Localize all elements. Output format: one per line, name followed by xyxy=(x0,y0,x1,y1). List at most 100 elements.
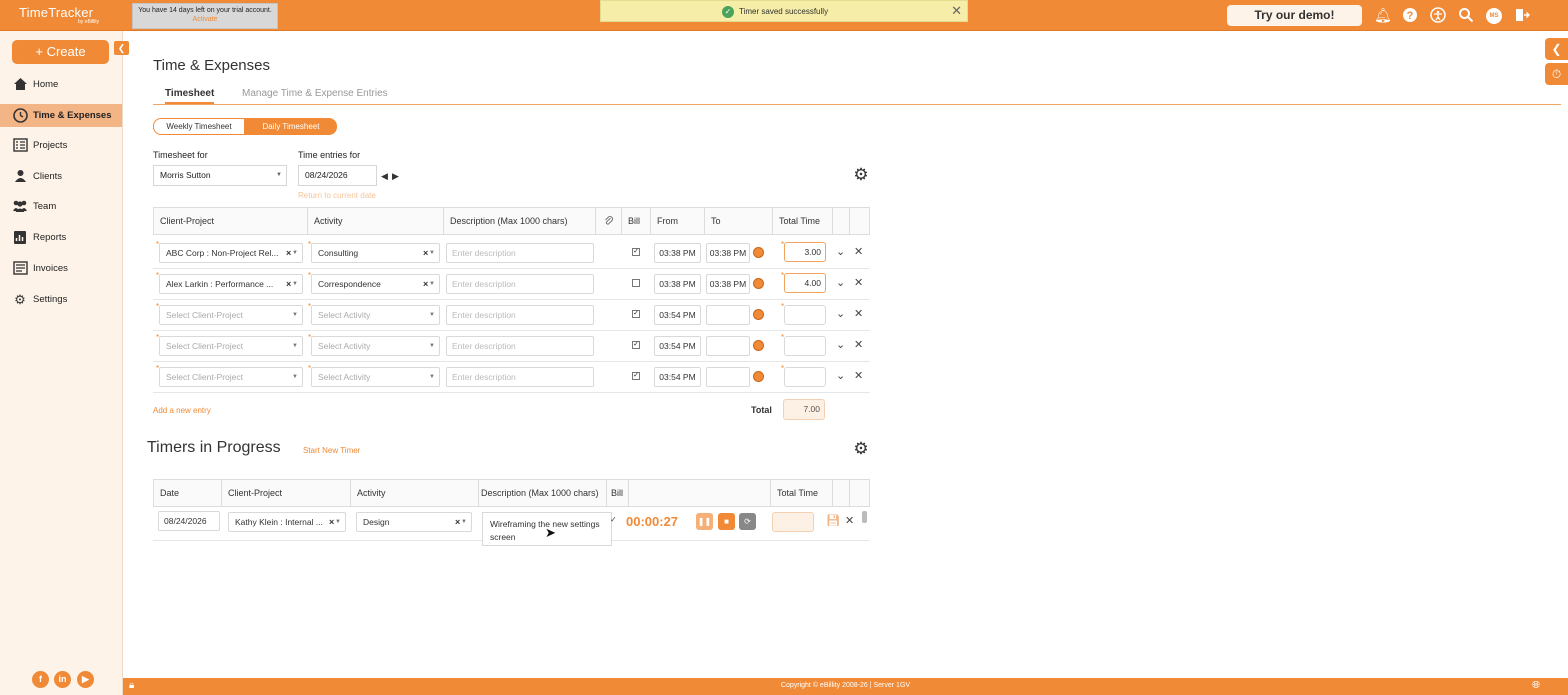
activate-link[interactable]: Activate xyxy=(133,16,277,23)
to-time-input[interactable]: 03:38 PM xyxy=(706,274,750,294)
activity-select[interactable]: Correspondence × ▼ xyxy=(311,274,440,294)
delete-row-icon[interactable]: ✕ xyxy=(854,245,863,258)
avatar[interactable]: MS xyxy=(1486,8,1502,24)
daily-timesheet-toggle[interactable]: Daily Timesheet xyxy=(245,118,337,135)
description-input[interactable]: Enter description xyxy=(446,336,594,356)
delete-row-icon[interactable]: ✕ xyxy=(854,369,863,382)
close-icon[interactable]: ✕ xyxy=(951,3,962,19)
total-time-input[interactable]: 3.00 xyxy=(784,242,826,262)
linkedin-icon[interactable]: in xyxy=(54,671,71,688)
sidebar-item-reports[interactable]: Reports xyxy=(0,226,122,249)
add-new-entry-link[interactable]: Add a new entry xyxy=(153,406,211,415)
timer-toggle-icon[interactable] xyxy=(753,247,764,258)
sidebar-item-home[interactable]: Home xyxy=(0,73,122,96)
sidebar-item-team[interactable]: Team xyxy=(0,195,122,218)
next-date-icon[interactable]: ▶ xyxy=(392,171,399,182)
sidebar-item-invoices[interactable]: Invoices xyxy=(0,257,122,280)
prev-date-icon[interactable]: ◀ xyxy=(381,171,388,182)
search-icon[interactable] xyxy=(1458,7,1474,23)
to-time-input[interactable]: 03:38 PM xyxy=(706,243,750,263)
to-time-input[interactable] xyxy=(706,336,750,356)
globe-icon[interactable]: 🌐︎ xyxy=(1532,680,1540,691)
try-demo-button[interactable]: Try our demo! xyxy=(1227,5,1362,26)
help-icon[interactable]: ? xyxy=(1402,7,1418,23)
sidebar-item-time-expenses[interactable]: Time & Expenses xyxy=(0,104,122,127)
from-time-input[interactable]: 03:54 PM xyxy=(654,367,701,387)
delete-timer-icon[interactable]: ✕ xyxy=(845,514,854,527)
weekly-timesheet-toggle[interactable]: Weekly Timesheet xyxy=(153,118,245,135)
activity-select[interactable]: Consulting × ▼ xyxy=(311,243,440,263)
from-time-input[interactable]: 03:38 PM xyxy=(654,274,701,294)
bill-checkbox[interactable]: ✓ xyxy=(632,341,640,349)
tab-timesheet[interactable]: Timesheet xyxy=(165,88,215,104)
facebook-icon[interactable]: f xyxy=(32,671,49,688)
sidebar-item-settings[interactable]: ⚙ Settings xyxy=(0,288,122,311)
activity-select[interactable]: Select Activity ▼ xyxy=(311,367,440,387)
timer-total-time-input[interactable] xyxy=(772,512,814,532)
bill-checkbox[interactable]: ✓ xyxy=(632,248,640,256)
client-project-select[interactable]: Alex Larkin : Performance ... × ▼ xyxy=(159,274,303,294)
client-project-select[interactable]: Select Client-Project ▼ xyxy=(159,305,303,325)
date-picker[interactable]: 08/24/2026 xyxy=(298,165,377,186)
client-project-select[interactable]: Select Client-Project ▼ xyxy=(159,367,303,387)
timer-toggle-icon[interactable] xyxy=(753,309,764,320)
save-icon[interactable]: 💾︎ xyxy=(826,514,840,527)
total-time-input[interactable]: 4.00 xyxy=(784,273,826,293)
clear-icon[interactable]: × xyxy=(423,275,428,293)
total-time-input[interactable] xyxy=(784,367,826,387)
clear-icon[interactable]: × xyxy=(286,244,291,262)
stop-icon[interactable]: ■ xyxy=(718,513,735,530)
description-input[interactable]: Enter description xyxy=(446,305,594,325)
timesheet-user-select[interactable]: Morris Sutton ▼ xyxy=(153,165,287,186)
description-input[interactable]: Enter description xyxy=(446,274,594,294)
delete-row-icon[interactable]: ✕ xyxy=(854,307,863,320)
youtube-icon[interactable]: ▶ xyxy=(77,671,94,688)
accessibility-icon[interactable] xyxy=(1430,7,1446,23)
bill-checkbox[interactable] xyxy=(632,279,640,287)
from-time-input[interactable]: 03:38 PM xyxy=(654,243,701,263)
description-input[interactable]: Enter description xyxy=(446,243,594,263)
collapse-sidebar-icon[interactable]: ❮ xyxy=(114,41,129,55)
description-input[interactable]: Enter description xyxy=(446,367,594,387)
clear-icon[interactable]: × xyxy=(329,513,334,531)
gear-icon[interactable]: ⚙ xyxy=(852,440,870,458)
bill-checkbox[interactable]: ✓ xyxy=(632,372,640,380)
chevron-down-icon[interactable]: ⌄ xyxy=(836,369,845,382)
timer-toggle-icon[interactable] xyxy=(753,340,764,351)
bill-checkbox[interactable]: ✓ xyxy=(610,515,617,524)
pause-icon[interactable]: ❚❚ xyxy=(696,513,713,530)
activity-select[interactable]: Select Activity ▼ xyxy=(311,336,440,356)
logout-icon[interactable] xyxy=(1514,7,1531,23)
app-logo[interactable]: TimeTracker xyxy=(19,5,93,20)
client-project-select[interactable]: ABC Corp : Non-Project Rel... × ▼ xyxy=(159,243,303,263)
tab-manage-entries[interactable]: Manage Time & Expense Entries xyxy=(242,88,388,99)
timer-activity-select[interactable]: Design × ▼ xyxy=(356,512,472,532)
bill-checkbox[interactable]: ✓ xyxy=(632,310,640,318)
gear-icon[interactable]: ⚙ xyxy=(852,166,870,184)
from-time-input[interactable]: 03:54 PM xyxy=(654,305,701,325)
delete-row-icon[interactable]: ✕ xyxy=(854,338,863,351)
create-button[interactable]: + Create xyxy=(12,40,109,64)
reset-icon[interactable]: ⟳ xyxy=(739,513,756,530)
stopwatch-icon[interactable]: ⏱︎ xyxy=(1545,63,1568,85)
to-time-input[interactable] xyxy=(706,305,750,325)
timer-date-input[interactable]: 08/24/2026 xyxy=(158,511,220,531)
total-time-input[interactable] xyxy=(784,336,826,356)
timer-client-project-select[interactable]: Kathy Klein : Internal ... × ▼ xyxy=(228,512,346,532)
chevron-down-icon[interactable]: ⌄ xyxy=(836,307,845,320)
from-time-input[interactable]: 03:54 PM xyxy=(654,336,701,356)
sidebar-item-projects[interactable]: Projects xyxy=(0,134,122,157)
sidebar-item-clients[interactable]: Clients xyxy=(0,165,122,188)
clear-icon[interactable]: × xyxy=(423,244,428,262)
chevron-down-icon[interactable]: ⌄ xyxy=(836,338,845,351)
timer-toggle-icon[interactable] xyxy=(753,278,764,289)
delete-row-icon[interactable]: ✕ xyxy=(854,276,863,289)
chevron-down-icon[interactable]: ⌄ xyxy=(836,276,845,289)
start-new-timer-link[interactable]: Start New Timer xyxy=(303,446,360,455)
total-time-input[interactable] xyxy=(784,305,826,325)
clear-icon[interactable]: × xyxy=(286,275,291,293)
return-current-date-link[interactable]: Return to current date xyxy=(298,191,376,200)
to-time-input[interactable] xyxy=(706,367,750,387)
clear-icon[interactable]: × xyxy=(455,513,460,531)
bell-icon[interactable]: 🔔︎ xyxy=(1374,7,1392,23)
